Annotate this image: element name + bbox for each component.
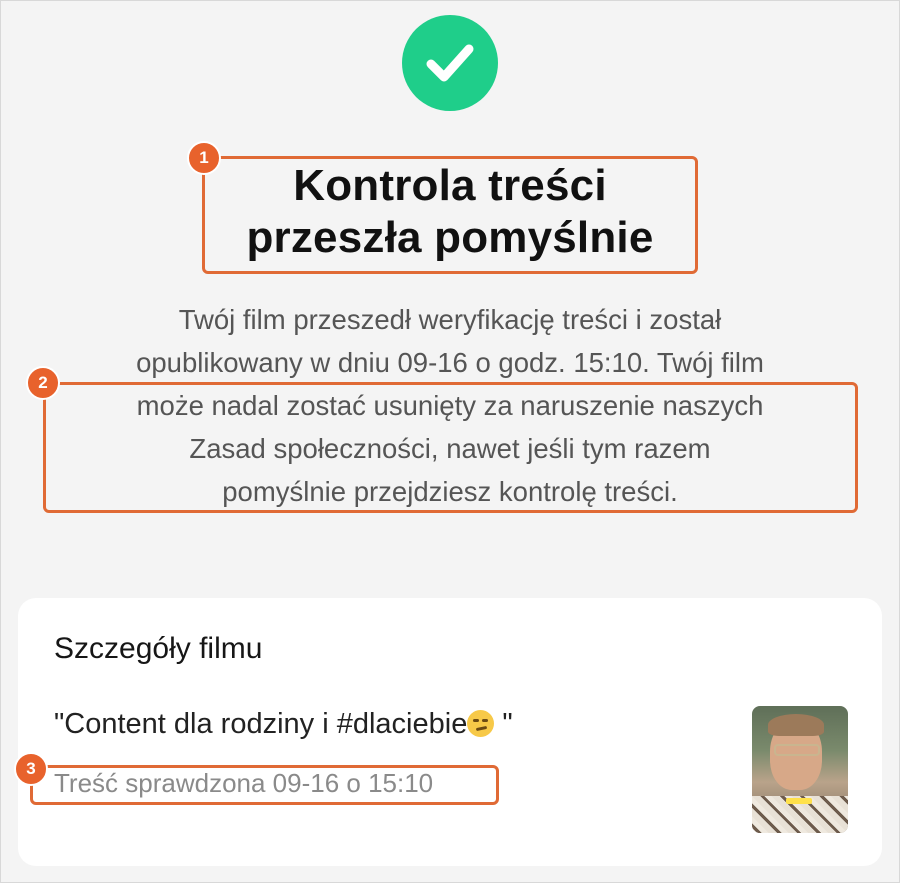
video-title: "Content dla rodziny i #dlaciebie ": [54, 708, 513, 741]
video-details-card: Szczegóły filmu "Content dla rodziny i #…: [18, 598, 882, 866]
description-line: Twój film przeszedł weryfikację treści i…: [178, 304, 722, 335]
checkmark-icon: [426, 44, 474, 82]
annotation-badge-2: 2: [26, 366, 60, 400]
thumbnail-glasses: [774, 744, 820, 756]
annotation-box-review-status: [30, 765, 499, 805]
success-check-icon: [402, 15, 498, 111]
annotation-box-title: [202, 156, 698, 274]
video-title-closing-quote: ": [494, 708, 513, 740]
thumbnail-caption: [786, 798, 812, 804]
card-heading: Szczegóły filmu: [54, 632, 263, 665]
description-line: opublikowany w dniu 09-16 o godz. 15:10.…: [136, 347, 764, 378]
video-title-text: "Content dla rodziny i #dlaciebie: [54, 708, 468, 740]
annotation-badge-1: 1: [187, 141, 221, 175]
smirking-face-emoji-icon: [467, 710, 495, 737]
thumbnail-hair: [768, 714, 824, 736]
video-thumbnail[interactable]: [752, 706, 848, 833]
annotation-box-description: [43, 382, 858, 513]
annotation-badge-3: 3: [14, 752, 48, 786]
